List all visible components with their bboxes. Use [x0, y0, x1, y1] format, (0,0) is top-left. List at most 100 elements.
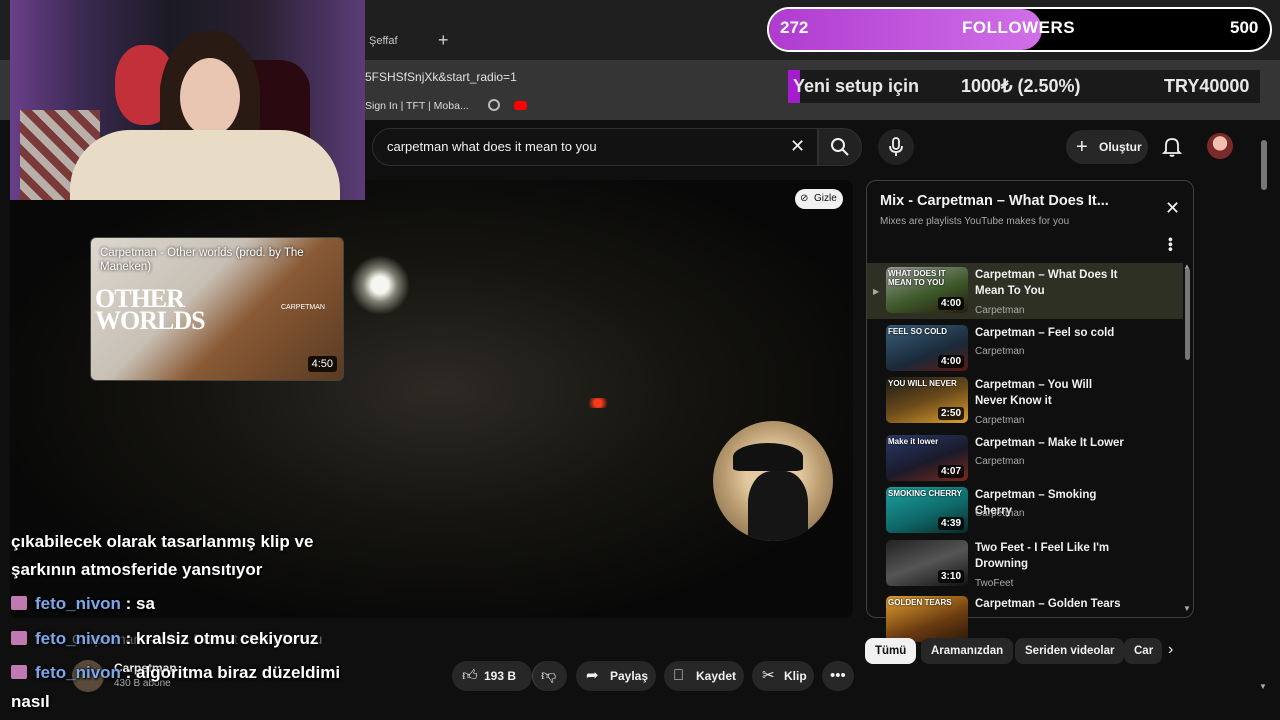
chat-message: şarkının atmosferide yansıtıyor: [11, 560, 262, 580]
chat-username: feto_nivon: [35, 663, 121, 682]
video-duration: 3:10: [937, 570, 964, 583]
chip-series[interactable]: Seriden videolar: [1015, 638, 1125, 664]
globe-icon[interactable]: [488, 99, 500, 111]
hide-endcards-button[interactable]: ⊘ Gizle: [795, 189, 843, 209]
playlist-item[interactable]: Make it lower 4:07 Carpetman – Make It Low…: [867, 431, 1183, 487]
playlist-item-channel: Carpetman: [975, 456, 1025, 467]
share-label: Paylaş: [610, 669, 649, 683]
playlist-item[interactable]: FEEL SO COLD 4:00 Carpetman – Feel so cold…: [867, 321, 1183, 377]
chevron-right-icon[interactable]: ›: [1168, 641, 1173, 659]
donation-goal-progress: 1000₺ (2.50%): [961, 76, 1081, 96]
playlist-item-channel: Carpetman: [975, 305, 1025, 316]
bookmark-icon: ⎕: [674, 667, 684, 684]
video-duration: 4:39: [937, 517, 964, 530]
video-duration: 2:50: [937, 407, 964, 420]
new-tab-button[interactable]: +: [438, 30, 454, 50]
playlist-item[interactable]: ▶ WHAT DOES IT MEAN TO YOU 4:00 Carpetman –…: [867, 263, 1183, 319]
hide-label: Gizle: [814, 193, 837, 204]
chat-text: çıkabilecek olarak tasarlanmış klip ve: [11, 532, 314, 551]
playlist-thumbnail[interactable]: YOU WILL NEVER 2:50: [886, 377, 968, 423]
page-scrollbar[interactable]: [1261, 140, 1267, 190]
playlist-item-title[interactable]: Carpetman – What Does It Mean To You: [975, 267, 1125, 299]
playlist-thumbnail[interactable]: WHAT DOES IT MEAN TO YOU 4:00: [886, 267, 968, 313]
scroll-down-icon[interactable]: ▼: [1259, 682, 1267, 691]
like-button[interactable]: 👍︎ 193 B: [452, 661, 532, 691]
webcam-streamer-face: [180, 58, 240, 136]
playlist-item-title[interactable]: Carpetman – Feel so cold: [975, 325, 1125, 341]
youtube-icon[interactable]: [514, 101, 527, 110]
playlist-item-title[interactable]: Carpetman – Golden Tears: [975, 596, 1125, 612]
chat-username: feto_nivon: [35, 629, 121, 648]
playlist-item-channel: Carpetman: [975, 508, 1025, 519]
playlist-item-title[interactable]: Two Feet - I Feel Like I'm Drowning: [975, 540, 1125, 572]
create-label: Oluştur: [1099, 140, 1142, 154]
playlist-item-channel: Carpetman: [975, 346, 1025, 357]
search-button[interactable]: [818, 128, 862, 166]
follower-goal-target: 500: [1230, 18, 1259, 37]
follower-count: 272: [780, 18, 809, 37]
close-icon[interactable]: ✕: [1165, 198, 1180, 219]
playlist-scrollbar[interactable]: [1185, 268, 1190, 360]
share-button[interactable]: ➦ Paylaş: [576, 661, 656, 691]
endcard-video[interactable]: Carpetman - Other worlds (prod. by The M…: [90, 237, 344, 381]
dislike-button[interactable]: 👎︎: [532, 661, 567, 691]
endcard-title: Carpetman - Other worlds (prod. by The M…: [100, 247, 304, 273]
video-duration: 4:00: [937, 297, 964, 310]
endcard-art-text: OTHER WORLDS: [95, 284, 206, 335]
playlist-thumbnail[interactable]: Make it lower 4:07: [886, 435, 968, 481]
bell-icon[interactable]: [1161, 136, 1183, 158]
clear-icon[interactable]: ✕: [790, 136, 805, 157]
chip-from-search[interactable]: Aramanızdan: [921, 638, 1014, 664]
channel-endcard[interactable]: [713, 421, 833, 541]
video-taillight: [585, 398, 611, 408]
playlist-item-title[interactable]: Carpetman – You Will Never Know it: [975, 377, 1125, 409]
thumbs-down-icon: 👎︎: [541, 667, 557, 684]
playlist-thumbnail[interactable]: 3:10: [886, 540, 968, 586]
playlist-item[interactable]: YOU WILL NEVER 2:50 Carpetman – You Will N…: [867, 373, 1183, 429]
chat-badge-icon: [11, 665, 27, 679]
follower-goal-label: FOLLOWERS: [962, 18, 1076, 37]
chip-carpetman[interactable]: Car: [1124, 638, 1162, 664]
voice-search-button[interactable]: [878, 129, 914, 165]
scroll-down-icon[interactable]: ▼: [1183, 604, 1191, 613]
playlist-title[interactable]: Mix - Carpetman – What Does It...: [880, 193, 1140, 209]
thumbnail-text: GOLDEN TEARS: [888, 598, 952, 607]
scissors-icon: ✂: [762, 667, 775, 684]
playlist-thumbnail[interactable]: SMOKING CHERRY 4:39: [886, 487, 968, 533]
video-duration: 4:07: [937, 465, 964, 478]
chat-text: : sa: [120, 594, 155, 613]
url-text[interactable]: 5FSHSfSnjXk&start_radio=1: [365, 70, 517, 84]
browser-tab[interactable]: Şeffaf: [365, 26, 435, 56]
like-count: 193 B: [484, 669, 517, 683]
webcam-streamer-hoodie: [70, 130, 340, 200]
thumbnail-text: FEEL SO COLD: [888, 327, 947, 336]
chat-message: nasıl: [11, 692, 50, 712]
playlist-thumbnail[interactable]: FEEL SO COLD 4:00: [886, 325, 968, 371]
playlist-item-title[interactable]: Carpetman – Make It Lower: [975, 435, 1125, 451]
share-icon: ➦: [586, 667, 599, 684]
avatar[interactable]: [1207, 133, 1233, 159]
chat-text: : kralsiz otmu cekiyoruz: [120, 629, 319, 648]
search-query[interactable]: carpetman what does it mean to you: [387, 139, 597, 154]
clip-button[interactable]: ✂ Klip: [752, 661, 814, 691]
plus-icon: +: [1076, 136, 1088, 158]
bookmark-tft[interactable]: Sign In | TFT | Moba...: [365, 100, 469, 112]
more-icon: •••: [830, 667, 846, 684]
search-icon: [831, 138, 849, 156]
create-button[interactable]: + Oluştur: [1066, 130, 1148, 164]
donation-goal-label: Yeni setup için: [793, 76, 920, 96]
chip-all[interactable]: Tümü: [865, 638, 917, 664]
chat-text: şarkının atmosferide yansıtıyor: [11, 560, 263, 579]
thumbnail-text: Make it lower: [888, 437, 939, 446]
more-actions-button[interactable]: •••: [822, 661, 854, 691]
thumbnail-text: WHAT DOES IT MEAN TO YOU: [888, 269, 946, 287]
save-button[interactable]: ⎕ Kaydet: [664, 661, 744, 691]
more-icon[interactable]: •••: [1163, 237, 1179, 252]
thumbnail-text: YOU WILL NEVER: [888, 379, 957, 388]
playlist-item-channel: TwoFeet: [975, 578, 1014, 589]
webcam-overlay: [10, 0, 365, 200]
playlist-item[interactable]: 3:10 Two Feet - I Feel Like I'm Drowning T…: [867, 536, 1183, 592]
playlist-item[interactable]: SMOKING CHERRY 4:39 Carpetman – Smoking Ch…: [867, 483, 1183, 539]
playlist-thumbnail[interactable]: GOLDEN TEARS: [886, 596, 968, 642]
artist-hat: [733, 443, 803, 471]
